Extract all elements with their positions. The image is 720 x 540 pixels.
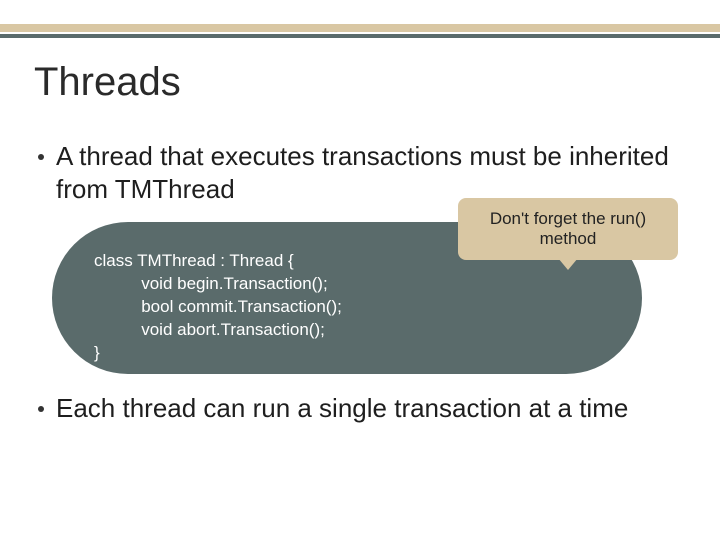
bullet-dot-icon — [38, 154, 44, 160]
code-line-4: void abort.Transaction(); — [94, 319, 602, 342]
bullet-1-text: A thread that executes transactions must… — [56, 140, 682, 205]
code-line-2: void begin.Transaction(); — [94, 273, 602, 296]
divider-dark — [0, 34, 720, 38]
code-line-3: bool commit.Transaction(); — [94, 296, 602, 319]
bullet-1: A thread that executes transactions must… — [38, 140, 682, 205]
callout-box: Don't forget the run() method — [458, 198, 678, 260]
divider-tan — [0, 24, 720, 32]
bullet-2-text: Each thread can run a single transaction… — [56, 392, 628, 425]
slide-title: Threads — [34, 60, 181, 105]
bullet-2: Each thread can run a single transaction… — [38, 392, 682, 425]
top-divider — [0, 24, 720, 38]
callout-text: Don't forget the run() method — [466, 209, 670, 250]
code-line-5: } — [94, 342, 602, 365]
slide: Threads A thread that executes transacti… — [0, 0, 720, 540]
bullet-dot-icon — [38, 406, 44, 412]
